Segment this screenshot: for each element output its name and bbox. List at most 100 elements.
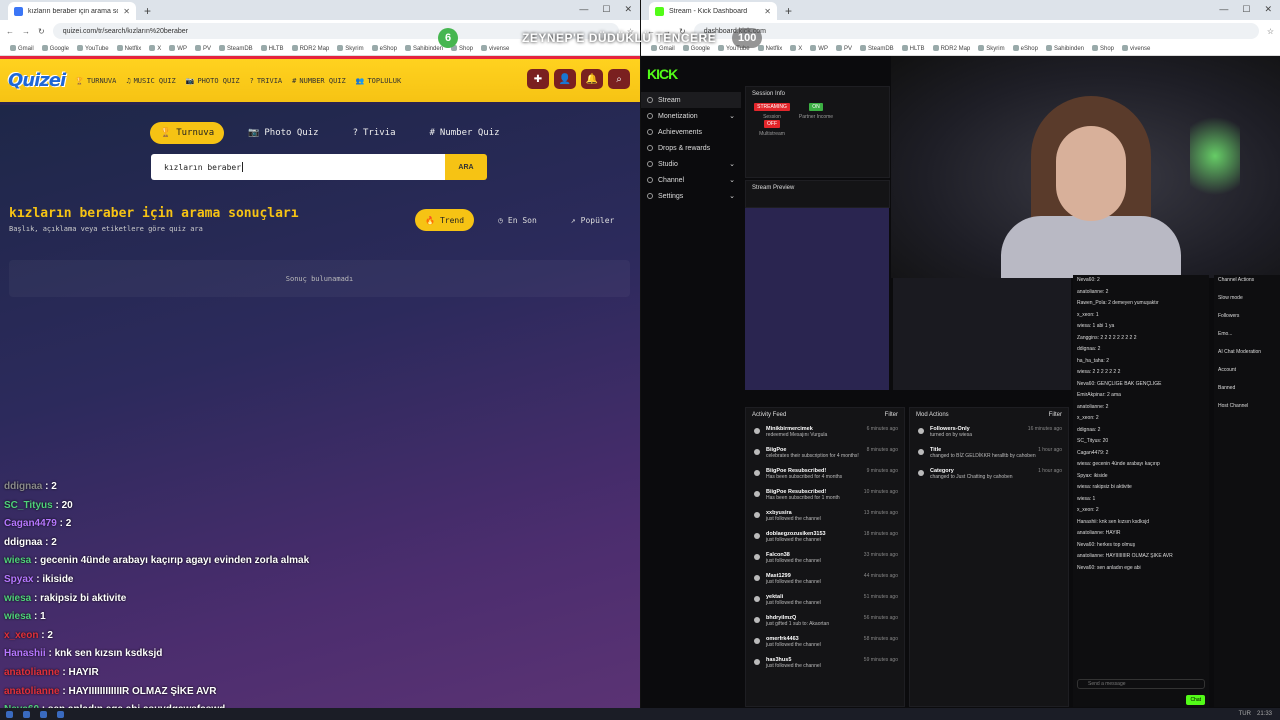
kick-menu-studio[interactable]: Studio ⌄: [641, 156, 741, 172]
bookmark-item[interactable]: Gmail: [10, 45, 34, 52]
close-window-icon[interactable]: ✕: [624, 4, 632, 15]
streamer-body: [1001, 216, 1181, 278]
channel-action-item[interactable]: Host Channel: [1218, 403, 1276, 421]
kick-menu-monetization[interactable]: Monetization ⌄: [641, 108, 741, 124]
tab-photo-quiz[interactable]: 📷 Photo Quiz: [238, 122, 328, 144]
bookmark-item[interactable]: Sahibinden: [1046, 45, 1084, 52]
kick-menu-channel[interactable]: Channel ⌄: [641, 172, 741, 188]
browser-tab[interactable]: Stream - Kick Dashboard ✕: [649, 2, 777, 20]
reload-icon[interactable]: ↻: [38, 27, 45, 36]
bookmark-item[interactable]: Google: [42, 45, 69, 52]
minimize-icon[interactable]: —: [1219, 4, 1228, 15]
site-logo[interactable]: Quizei: [8, 70, 66, 91]
bookmark-item[interactable]: PV: [836, 45, 852, 52]
nav-item-turnuva[interactable]: 🏆 TURNUVA: [75, 77, 116, 85]
kick-menu-stream[interactable]: Stream: [641, 92, 741, 108]
bookmark-item[interactable]: vivense: [1122, 45, 1150, 52]
nav-item-topluluk[interactable]: 👥 TOPLULUK: [356, 77, 401, 85]
kick-chat-line: wiesa: 1 abi 1 ya: [1077, 323, 1115, 329]
feed-time: 33 minutes ago: [863, 552, 898, 558]
search-icon[interactable]: ⌕: [608, 69, 630, 89]
tab-label: Number Quiz: [439, 128, 500, 138]
search-button[interactable]: ARA: [445, 154, 487, 180]
bookmark-item[interactable]: eShop: [1013, 45, 1038, 52]
bookmark-item[interactable]: eShop: [372, 45, 397, 52]
search-icon[interactable]: [23, 710, 30, 718]
channel-action-item[interactable]: Emo...: [1218, 331, 1276, 349]
bookmark-item[interactable]: SteamDB: [860, 45, 894, 52]
kick-menu-drops-rewards[interactable]: Drops & rewards: [641, 140, 741, 156]
bookmark-item[interactable]: WP: [169, 45, 187, 52]
nav-item-number-quiz[interactable]: # NUMBER QUIZ: [292, 77, 346, 85]
search-input[interactable]: kızların beraber: [151, 154, 445, 180]
profile-icon[interactable]: 👤: [554, 69, 576, 89]
back-icon[interactable]: ←: [6, 27, 14, 36]
mod-filter-button[interactable]: Filter: [1049, 412, 1062, 418]
tab-turnuva[interactable]: 🏆 Turnuva: [150, 122, 225, 144]
kick-menu-settings[interactable]: Settings ⌄: [641, 188, 741, 204]
channel-action-item[interactable]: Followers: [1218, 313, 1276, 331]
feed-time: 13 minutes ago: [863, 510, 898, 516]
bookmark-item[interactable]: RDR2 Map: [292, 45, 330, 52]
explorer-icon[interactable]: [57, 710, 64, 718]
chrome-icon[interactable]: [40, 710, 47, 718]
chat-line: Spyax : ikiside: [4, 571, 624, 590]
menu-label: Stream: [658, 96, 681, 104]
channel-action-item[interactable]: Banned: [1218, 385, 1276, 403]
close-window-icon[interactable]: ✕: [1264, 4, 1272, 15]
tab-trivia[interactable]: ? Trivia: [343, 122, 406, 144]
start-icon[interactable]: [6, 710, 13, 718]
chat-separator: :: [52, 499, 62, 511]
nav-item-music-quiz[interactable]: ♫ MUSIC QUIZ: [126, 77, 175, 85]
bookmark-item[interactable]: Skyrim: [978, 45, 1004, 52]
notification-icon[interactable]: 🔔: [581, 69, 603, 89]
close-tab-icon[interactable]: ✕: [123, 7, 130, 16]
text-cursor: [242, 162, 244, 172]
browser-tab[interactable]: kızların beraber için arama sonu...✕: [8, 2, 136, 20]
channel-action-item[interactable]: Channel Actions: [1218, 277, 1276, 295]
sort-en-son[interactable]: ◷ En Son: [488, 209, 547, 231]
feed-time: 16 minutes ago: [1027, 426, 1062, 432]
goal-right-count: 100: [732, 28, 763, 48]
bookmark-item[interactable]: PV: [195, 45, 211, 52]
kick-logo[interactable]: KICK: [641, 56, 741, 92]
channel-action-item[interactable]: Slow mode: [1218, 295, 1276, 313]
language-indicator[interactable]: TUR: [1239, 711, 1251, 717]
sort-trend[interactable]: 🔥 Trend: [415, 209, 475, 231]
maximize-icon[interactable]: ☐: [602, 4, 610, 15]
nav-item-photo-quiz[interactable]: 📷 PHOTO QUIZ: [186, 77, 240, 85]
tab-number-quiz[interactable]: # Number Quiz: [420, 122, 510, 144]
bookmark-item[interactable]: SteamDB: [219, 45, 253, 52]
bookmark-item[interactable]: Skyrim: [337, 45, 363, 52]
forward-icon[interactable]: →: [22, 27, 30, 36]
bookmark-item[interactable]: Shop: [1092, 45, 1114, 52]
bookmark-item[interactable]: RDR2 Map: [933, 45, 971, 52]
session-label: Multistream: [759, 131, 785, 137]
maximize-icon[interactable]: ☐: [1242, 4, 1250, 15]
chat-separator: :: [56, 518, 66, 530]
create-icon[interactable]: ✚: [527, 69, 549, 89]
bookmark-item[interactable]: Netflix: [117, 45, 142, 52]
clock[interactable]: 21:33: [1257, 711, 1272, 717]
activity-filter-button[interactable]: Filter: [885, 412, 898, 418]
bookmark-item[interactable]: X: [149, 45, 161, 52]
chat-send-button[interactable]: Chat: [1186, 695, 1205, 705]
bookmark-item[interactable]: YouTube: [77, 45, 109, 52]
kick-chat-line: ddignaa: 2: [1077, 346, 1101, 352]
channel-action-item[interactable]: AI Chat Moderation: [1218, 349, 1276, 367]
minimize-icon[interactable]: —: [579, 4, 588, 15]
chat-username: Cagan4479: [4, 518, 57, 530]
feed-item: yektali just followed the channel 51 minut…: [746, 590, 904, 611]
sort-popüler[interactable]: ↗ Popüler: [561, 209, 625, 231]
close-tab-icon[interactable]: ✕: [764, 7, 771, 16]
channel-action-item[interactable]: Account: [1218, 367, 1276, 385]
bookmark-item[interactable]: HLTB: [261, 45, 284, 52]
new-tab-icon[interactable]: +: [144, 4, 151, 18]
new-tab-icon[interactable]: +: [785, 4, 792, 18]
nav-item-trivia[interactable]: ? TRIVIA: [250, 77, 283, 85]
session-info-panel: Session Info STREAMING Session ON Partner I…: [745, 86, 890, 178]
chat-message-input[interactable]: Send a message: [1077, 679, 1205, 689]
bookmark-item[interactable]: HLTB: [902, 45, 925, 52]
kick-menu-achievements[interactable]: Achievements: [641, 124, 741, 140]
star-icon[interactable]: ☆: [1267, 27, 1274, 36]
